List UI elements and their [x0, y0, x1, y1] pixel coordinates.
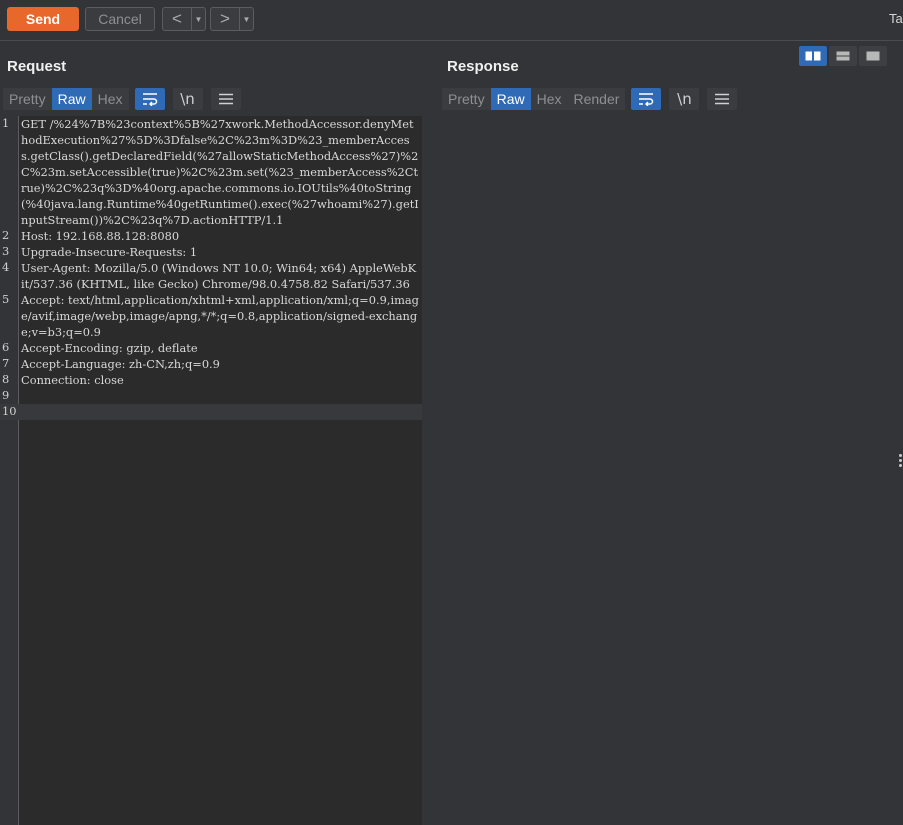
main-toolbar: Send Cancel < ▼ > ▼ Ta [0, 0, 903, 41]
word-wrap-icon[interactable] [134, 88, 165, 110]
line-number: 8 [2, 372, 10, 386]
line-text[interactable]: Upgrade-Insecure-Requests: 1 [21, 244, 419, 260]
newline-toggle-button[interactable]: \n [172, 88, 203, 110]
line-text[interactable]: Connection: close [21, 372, 419, 388]
request-line[interactable]: 6 Accept-Encoding: gzip, deflate [0, 340, 422, 356]
request-view-tabs: Pretty Raw Hex \n [3, 87, 241, 111]
line-text[interactable] [21, 388, 419, 404]
line-number: 4 [2, 260, 10, 274]
response-view-tabs: Pretty Raw Hex Render \n [442, 87, 738, 111]
tabs-layout-icon[interactable] [859, 46, 887, 66]
line-text[interactable]: Accept-Language: zh-CN,zh;q=0.9 [21, 356, 419, 372]
line-text[interactable]: Accept-Encoding: gzip, deflate [21, 340, 419, 356]
request-line[interactable]: 4 User-Agent: Mozilla/5.0 (Windows NT 10.… [0, 260, 422, 292]
line-number: 10 [2, 404, 17, 418]
forward-arrow-icon[interactable]: > [211, 8, 239, 30]
line-text[interactable]: User-Agent: Mozilla/5.0 (Windows NT 10.0… [21, 260, 419, 292]
forward-dropdown-icon[interactable]: ▼ [239, 8, 253, 30]
resize-handle-icon[interactable] [899, 452, 903, 469]
response-tab-render[interactable]: Render [567, 88, 626, 110]
request-line[interactable]: 9 [0, 388, 422, 404]
hamburger-menu-icon[interactable] [707, 88, 738, 110]
cancel-button[interactable]: Cancel [85, 7, 155, 31]
request-tab-hex[interactable]: Hex [91, 88, 129, 110]
line-number: 6 [2, 340, 10, 354]
line-number: 7 [2, 356, 10, 370]
request-line[interactable]: 8 Connection: close [0, 372, 422, 388]
line-text[interactable] [21, 404, 419, 420]
split-rows-icon[interactable] [829, 46, 857, 66]
line-number: 5 [2, 292, 10, 306]
history-back-button[interactable]: < ▼ [162, 7, 206, 31]
send-button[interactable]: Send [7, 7, 79, 31]
response-tab-hex[interactable]: Hex [530, 88, 568, 110]
request-line[interactable]: 7 Accept-Language: zh-CN,zh;q=0.9 [0, 356, 422, 372]
request-line[interactable]: 3 Upgrade-Insecure-Requests: 1 [0, 244, 422, 260]
request-lines: 1 GET /%24%7B%23context%5B%27xwork.Method… [0, 116, 422, 420]
request-tab-pretty[interactable]: Pretty [3, 88, 52, 110]
response-tab-raw[interactable]: Raw [490, 88, 531, 110]
request-editor[interactable]: 1 GET /%24%7B%23context%5B%27xwork.Method… [0, 116, 422, 825]
request-line[interactable]: 10 [0, 404, 422, 420]
line-text[interactable]: GET /%24%7B%23context%5B%27xwork.MethodA… [21, 116, 419, 228]
request-panel-title: Request [7, 58, 67, 75]
request-line[interactable]: 5 Accept: text/html,application/xhtml+xml… [0, 292, 422, 340]
history-forward-button[interactable]: > ▼ [210, 7, 254, 31]
request-line[interactable]: 1 GET /%24%7B%23context%5B%27xwork.Method… [0, 116, 422, 228]
line-number: 1 [2, 116, 10, 130]
response-panel-title: Response [447, 58, 519, 75]
line-number: 9 [2, 388, 10, 402]
line-number: 3 [2, 244, 10, 258]
line-number: 2 [2, 228, 10, 242]
hamburger-menu-icon[interactable] [210, 88, 241, 110]
back-dropdown-icon[interactable]: ▼ [191, 8, 205, 30]
target-label-partial: Ta [889, 11, 903, 26]
request-line[interactable]: 2 Host: 192.168.88.128:8080 [0, 228, 422, 244]
line-text[interactable]: Accept: text/html,application/xhtml+xml,… [21, 292, 419, 340]
layout-toggle [799, 46, 887, 66]
line-text[interactable]: Host: 192.168.88.128:8080 [21, 228, 419, 244]
split-columns-icon[interactable] [799, 46, 827, 66]
word-wrap-icon[interactable] [631, 88, 662, 110]
back-arrow-icon[interactable]: < [163, 8, 191, 30]
request-tab-raw[interactable]: Raw [51, 88, 92, 110]
response-editor[interactable] [428, 116, 903, 825]
newline-toggle-button[interactable]: \n [669, 88, 700, 110]
response-tab-pretty[interactable]: Pretty [442, 88, 491, 110]
